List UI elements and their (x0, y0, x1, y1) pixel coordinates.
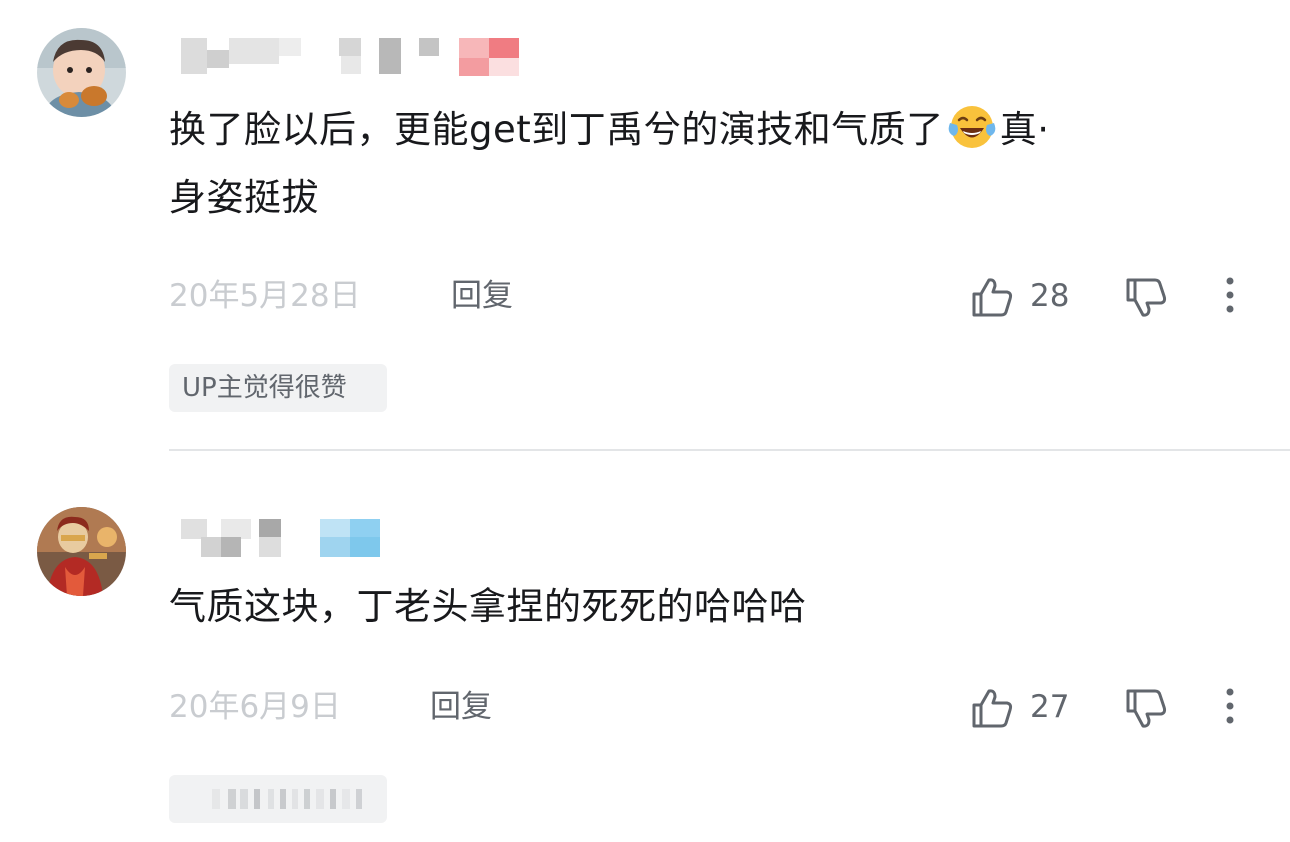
dislike-button[interactable] (1124, 276, 1168, 320)
like-count: 27 (1030, 689, 1070, 725)
username-censored[interactable] (169, 38, 529, 76)
more-options-button[interactable] (1215, 276, 1245, 316)
comment-meta: 20年5月28日 回复 28 (169, 276, 1249, 317)
thumbs-up-icon (972, 278, 1013, 317)
comment-item: 换了脸以后，更能get到丁禹兮的演技和气质了 真· 身姿挺拔 20年5月28日 … (0, 0, 1290, 450)
comment-meta: 20年6月9日 回复 27 (169, 687, 1249, 728)
censored-tag-pixels (212, 789, 362, 809)
comment-text: 换了脸以后，更能get到丁禹兮的演技和气质了 真· 身姿挺拔 (169, 96, 1244, 232)
thumbs-down-icon (1126, 278, 1167, 317)
more-options-button[interactable] (1215, 687, 1245, 727)
username-censored[interactable] (169, 519, 529, 557)
user-avatar[interactable] (37, 507, 126, 596)
comment-text-suffix: 真· (999, 108, 1050, 151)
more-vertical-icon (1226, 688, 1234, 724)
reply-button[interactable]: 回复 (451, 276, 513, 316)
censored-tag (169, 775, 387, 823)
comment-item: 气质这块，丁老头拿捏的死死的哈哈哈 20年6月9日 回复 27 (0, 451, 1290, 842)
user-avatar[interactable] (37, 28, 126, 117)
laughing-tears-emoji (948, 106, 996, 148)
more-vertical-icon (1226, 277, 1234, 313)
comment-text-line1: 气质这块，丁老头拿捏的死死的哈哈哈 (169, 585, 807, 628)
comment-date: 20年6月9日 (169, 689, 341, 725)
reply-button[interactable]: 回复 (430, 687, 492, 727)
dislike-button[interactable] (1124, 687, 1168, 731)
up-liked-badge: UP主觉得很赞 (169, 364, 387, 412)
comment-text: 气质这块，丁老头拿捏的死死的哈哈哈 (169, 573, 1244, 641)
thumbs-down-icon (1126, 689, 1167, 728)
thumbs-up-icon (972, 689, 1013, 728)
like-count: 28 (1030, 278, 1070, 314)
comment-text-line1: 换了脸以后，更能get到丁禹兮的演技和气质了 (169, 108, 944, 151)
comment-date: 20年5月28日 (169, 278, 361, 314)
comment-text-line2: 身姿挺拔 (169, 176, 319, 219)
